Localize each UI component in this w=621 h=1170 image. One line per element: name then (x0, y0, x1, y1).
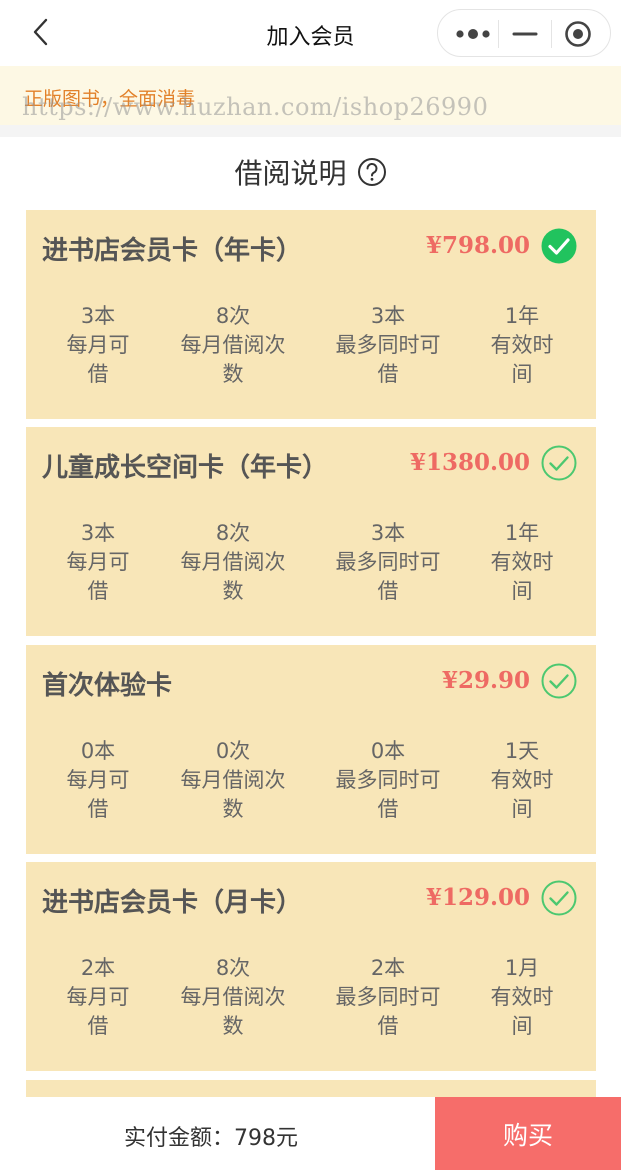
stat-label: 每月可借 (66, 333, 130, 386)
mini-program-capsule (437, 9, 611, 57)
membership-card[interactable]: 进书店会员卡（年卡） ¥798.00 3本 每月可借 8次 每月借阅次数 3本 … (26, 210, 596, 419)
navigation-bar: 加入会员 (0, 0, 621, 66)
checkout-bar: 实付金额：798元 购买 (0, 1097, 621, 1170)
watermark-text: https://www.huzhan.com/ishop26990 (22, 93, 489, 121)
minus-icon[interactable] (512, 24, 538, 44)
check-circle-icon[interactable] (540, 662, 578, 700)
stat-value: 3本 (370, 304, 406, 328)
section-title: 借阅说明 (234, 157, 347, 190)
stat-value: 1天 (504, 739, 540, 763)
check-circle-icon[interactable] (540, 879, 578, 917)
membership-card[interactable]: 儿童成长空间卡（年卡） ¥1380.00 3本 每月可借 8次 每月借阅次数 3… (26, 427, 596, 636)
stat-label: 每月借阅次数 (180, 985, 286, 1038)
buy-button[interactable]: 购买 (435, 1097, 621, 1170)
stat-label: 有效时间 (490, 333, 554, 386)
stat-label: 每月借阅次数 (180, 550, 286, 603)
total-amount: 实付金额：798元 (124, 1126, 298, 1151)
stat-max-borrow: 3本 最多同时可借 (328, 519, 448, 606)
card-price: ¥1380.00 (409, 449, 530, 476)
stat-value: 8次 (215, 521, 251, 545)
membership-card[interactable]: 首次体验卡 ¥29.90 0本 每月可借 0次 每月借阅次数 0本 最多同时可借… (26, 645, 596, 854)
more-dots-icon[interactable] (455, 24, 491, 44)
stat-label: 每月借阅次数 (180, 768, 286, 821)
stat-label: 有效时间 (490, 768, 554, 821)
stat-value: 1年 (504, 521, 540, 545)
help-icon[interactable] (357, 157, 387, 187)
stat-monthly-times: 8次 每月借阅次数 (173, 954, 293, 1041)
check-circle-icon[interactable] (540, 444, 578, 482)
card-name: 首次体验卡 (42, 671, 173, 701)
capsule-divider (498, 20, 499, 48)
stat-monthly-books: 2本 每月可借 (38, 954, 158, 1041)
check-circle-icon[interactable] (540, 227, 578, 265)
stat-value: 0本 (80, 739, 116, 763)
stat-monthly-times: 8次 每月借阅次数 (173, 302, 293, 389)
stat-value: 3本 (80, 304, 116, 328)
stat-validity: 1年 有效时间 (462, 519, 582, 606)
stat-validity: 1月 有效时间 (462, 954, 582, 1041)
stat-label: 有效时间 (490, 985, 554, 1038)
stat-value: 3本 (370, 521, 406, 545)
card-name: 进书店会员卡（月卡） (42, 888, 303, 918)
stat-monthly-books: 3本 每月可借 (38, 302, 158, 389)
card-price: ¥29.90 (441, 667, 530, 694)
stat-validity: 1年 有效时间 (462, 302, 582, 389)
stat-value: 2本 (80, 956, 116, 980)
stat-label: 最多同时可借 (335, 550, 441, 603)
stat-max-borrow: 3本 最多同时可借 (328, 302, 448, 389)
stat-value: 3本 (80, 521, 116, 545)
stat-monthly-books: 0本 每月可借 (38, 737, 158, 824)
stat-label: 最多同时可借 (335, 985, 441, 1038)
stat-monthly-times: 0次 每月借阅次数 (173, 737, 293, 824)
stat-value: 8次 (215, 956, 251, 980)
stat-value: 1年 (504, 304, 540, 328)
stat-label: 每月借阅次数 (180, 333, 286, 386)
stat-max-borrow: 0本 最多同时可借 (328, 737, 448, 824)
card-name: 进书店会员卡（年卡） (42, 236, 303, 266)
stat-monthly-times: 8次 每月借阅次数 (173, 519, 293, 606)
card-name: 儿童成长空间卡（年卡） (42, 453, 329, 483)
stat-validity: 1天 有效时间 (462, 737, 582, 824)
stat-label: 每月可借 (66, 550, 130, 603)
section-heading[interactable]: 借阅说明 (0, 150, 621, 194)
stat-label: 每月可借 (66, 768, 130, 821)
card-price: ¥129.00 (425, 884, 530, 911)
stat-value: 8次 (215, 304, 251, 328)
stat-value: 2本 (370, 956, 406, 980)
stat-monthly-books: 3本 每月可借 (38, 519, 158, 606)
card-price: ¥798.00 (425, 232, 530, 259)
stat-value: 0次 (215, 739, 251, 763)
stat-max-borrow: 2本 最多同时可借 (328, 954, 448, 1041)
stat-label: 有效时间 (490, 550, 554, 603)
membership-page: 加入会员 正版图书，全面消毒 https://www.huzhan.com/is… (0, 0, 621, 1170)
stat-label: 最多同时可借 (335, 333, 441, 386)
stat-value: 0本 (370, 739, 406, 763)
membership-card[interactable]: 进书店会员卡（月卡） ¥129.00 2本 每月可借 8次 每月借阅次数 2本 … (26, 862, 596, 1071)
stat-value: 1月 (504, 956, 540, 980)
stat-label: 每月可借 (66, 985, 130, 1038)
target-icon[interactable] (564, 20, 592, 48)
capsule-divider (551, 20, 552, 48)
stat-label: 最多同时可借 (335, 768, 441, 821)
divider (0, 125, 621, 137)
